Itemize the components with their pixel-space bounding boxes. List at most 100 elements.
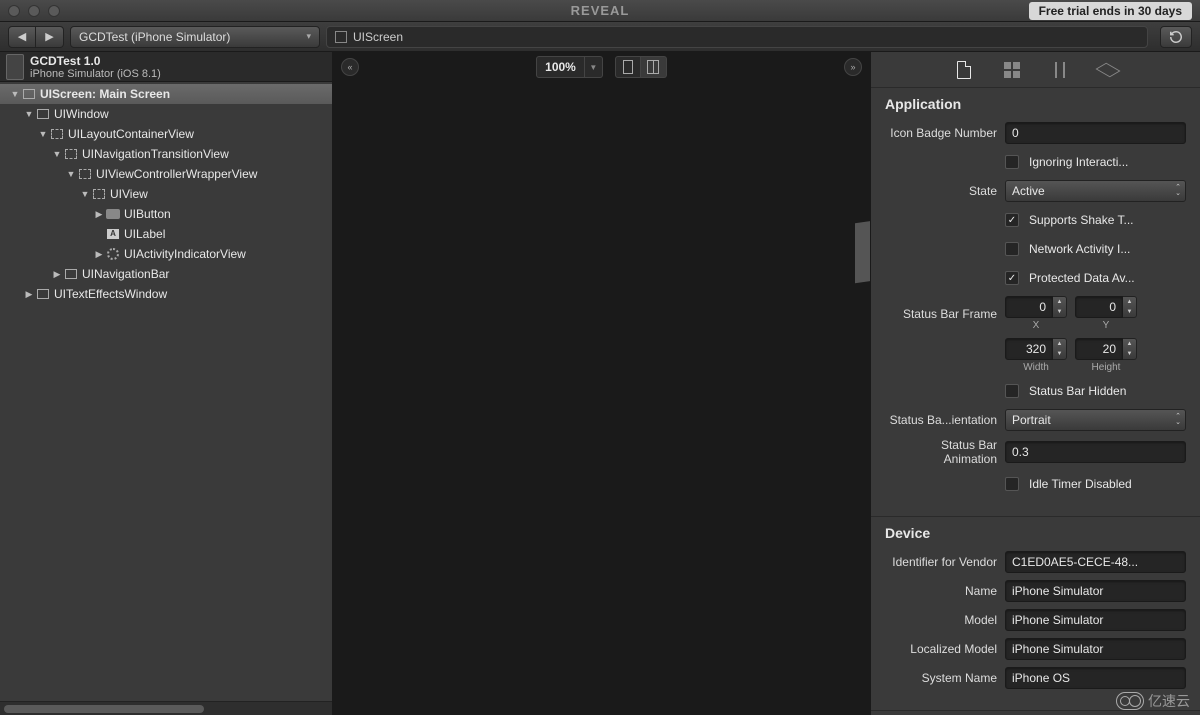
tab-layout[interactable] (1098, 60, 1118, 80)
rect-icon (22, 87, 36, 101)
tree-row[interactable]: ▼UIScreen: Main Screen (0, 84, 332, 104)
tree-label: UIButton (124, 207, 171, 221)
model-label: Model (885, 613, 1005, 627)
dashed-icon (92, 187, 106, 201)
animation-input[interactable] (1005, 441, 1186, 463)
trial-badge[interactable]: Free trial ends in 30 days (1029, 2, 1192, 20)
disclosure-icon[interactable]: ▶ (24, 289, 34, 300)
orientation-select[interactable]: Portrait (1005, 409, 1186, 431)
tree-label: UILayoutContainerView (68, 127, 194, 141)
disclosure-icon[interactable]: ▼ (52, 149, 62, 159)
zoom-value: 100% (536, 56, 585, 78)
close-window-icon[interactable] (8, 5, 20, 17)
minimize-window-icon[interactable] (28, 5, 40, 17)
sys-name-input[interactable] (1005, 667, 1186, 689)
window-titlebar: REVEAL Free trial ends in 30 days (0, 0, 1200, 22)
network-activity-checkbox[interactable] (1005, 242, 1019, 256)
supports-shake-label: Supports Shake T... (1029, 213, 1134, 227)
tree-row[interactable]: ▶ UINavigationBar (0, 264, 332, 284)
tree-row[interactable]: AUILabel (0, 224, 332, 244)
disclosure-icon[interactable]: ▼ (80, 189, 90, 199)
button-icon (106, 207, 120, 221)
tree-row[interactable]: ▼UIWindow (0, 104, 332, 124)
device-section: Device Identifier for Vendor Name Model … (871, 517, 1200, 711)
collapse-right-icon[interactable]: » (844, 58, 862, 76)
refresh-button[interactable] (1160, 26, 1192, 48)
status-bar-hidden-checkbox[interactable] (1005, 384, 1019, 398)
tree-label: UIView (110, 187, 148, 201)
view-3d-button[interactable] (641, 56, 667, 78)
frame-y-input[interactable] (1075, 296, 1123, 318)
screen-icon (335, 31, 347, 43)
sys-name-label: System Name (885, 671, 1005, 685)
tree-row[interactable]: ▶UIActivityIndicatorView (0, 244, 332, 264)
loc-model-input[interactable] (1005, 638, 1186, 660)
canvas-layer (855, 221, 870, 284)
section-title: Device (885, 525, 1186, 541)
canvas-toolbar: « 100% ▼ » (333, 52, 870, 82)
orientation-label: Status Ba...ientation (885, 413, 1005, 427)
nav-buttons: ◀ ▶ (8, 26, 64, 48)
app-device: iPhone Simulator (iOS 8.1) (30, 68, 161, 80)
zoom-dropdown-icon[interactable]: ▼ (585, 56, 603, 78)
disclosure-icon[interactable]: ▶ (52, 269, 62, 280)
frame-x-input[interactable] (1005, 296, 1053, 318)
idle-timer-checkbox[interactable] (1005, 477, 1019, 491)
target-dropdown[interactable]: GCDTest (iPhone Simulator) (70, 26, 320, 48)
disclosure-icon[interactable]: ▼ (38, 129, 48, 139)
disclosure-icon[interactable]: ▼ (66, 169, 76, 179)
ignoring-interaction-checkbox[interactable] (1005, 155, 1019, 169)
tree-label: UIViewControllerWrapperView (96, 167, 257, 181)
label-icon: A (106, 227, 120, 241)
state-label: State (885, 184, 1005, 198)
stepper[interactable]: ▲▼ (1123, 338, 1137, 360)
tree-row[interactable]: ▼ UIViewControllerWrapperView (0, 164, 332, 184)
view-hierarchy-tree[interactable]: ▼UIScreen: Main Screen▼UIWindow▼UILayout… (0, 82, 332, 701)
collapse-left-icon[interactable]: « (341, 58, 359, 76)
vendor-input[interactable] (1005, 551, 1186, 573)
scrollbar-thumb[interactable] (4, 705, 204, 713)
frame-h-input[interactable] (1075, 338, 1123, 360)
tab-application[interactable] (954, 60, 974, 80)
watermark-icon (1116, 692, 1144, 710)
frame-w-input[interactable] (1005, 338, 1053, 360)
canvas-3d-view[interactable] (333, 82, 870, 715)
supports-shake-checkbox[interactable] (1005, 213, 1019, 227)
disclosure-icon[interactable]: ▼ (24, 109, 34, 119)
rect-icon (36, 107, 50, 121)
tab-attributes[interactable] (1050, 60, 1070, 80)
layers-icon (1095, 62, 1120, 76)
icon-badge-input[interactable] (1005, 122, 1186, 144)
document-icon (957, 61, 971, 79)
tree-row[interactable]: ▼UINavigationTransitionView (0, 144, 332, 164)
protected-data-checkbox[interactable] (1005, 271, 1019, 285)
back-button[interactable]: ◀ (8, 26, 36, 48)
tab-identity[interactable] (1002, 60, 1022, 80)
tree-label: UINavigationBar (82, 267, 169, 281)
tree-row[interactable]: ▼ UIView (0, 184, 332, 204)
status-bar-frame-label: Status Bar Frame (885, 307, 1005, 321)
breadcrumb[interactable]: UIScreen (326, 26, 1148, 48)
state-select[interactable]: Active (1005, 180, 1186, 202)
name-input[interactable] (1005, 580, 1186, 602)
sidebar-scrollbar[interactable] (0, 701, 332, 715)
disclosure-icon[interactable]: ▼ (10, 89, 20, 99)
app-icon (6, 54, 24, 80)
icon-badge-label: Icon Badge Number (885, 126, 1005, 140)
tree-row[interactable]: ▼ UILayoutContainerView (0, 124, 332, 144)
view-2d-button[interactable] (615, 56, 641, 78)
tree-row[interactable]: ▶UITextEffectsWindow (0, 284, 332, 304)
rect-icon (64, 267, 78, 281)
stepper[interactable]: ▲▼ (1123, 296, 1137, 318)
window-title: REVEAL (571, 3, 630, 18)
section-title: Application (885, 96, 1186, 112)
stepper[interactable]: ▲▼ (1053, 296, 1067, 318)
zoom-control[interactable]: 100% ▼ (536, 56, 603, 78)
zoom-window-icon[interactable] (48, 5, 60, 17)
tree-row[interactable]: ▶ UIButton (0, 204, 332, 224)
disclosure-icon[interactable]: ▶ (94, 249, 104, 260)
stepper[interactable]: ▲▼ (1053, 338, 1067, 360)
model-input[interactable] (1005, 609, 1186, 631)
disclosure-icon[interactable]: ▶ (94, 209, 104, 220)
forward-button[interactable]: ▶ (36, 26, 64, 48)
